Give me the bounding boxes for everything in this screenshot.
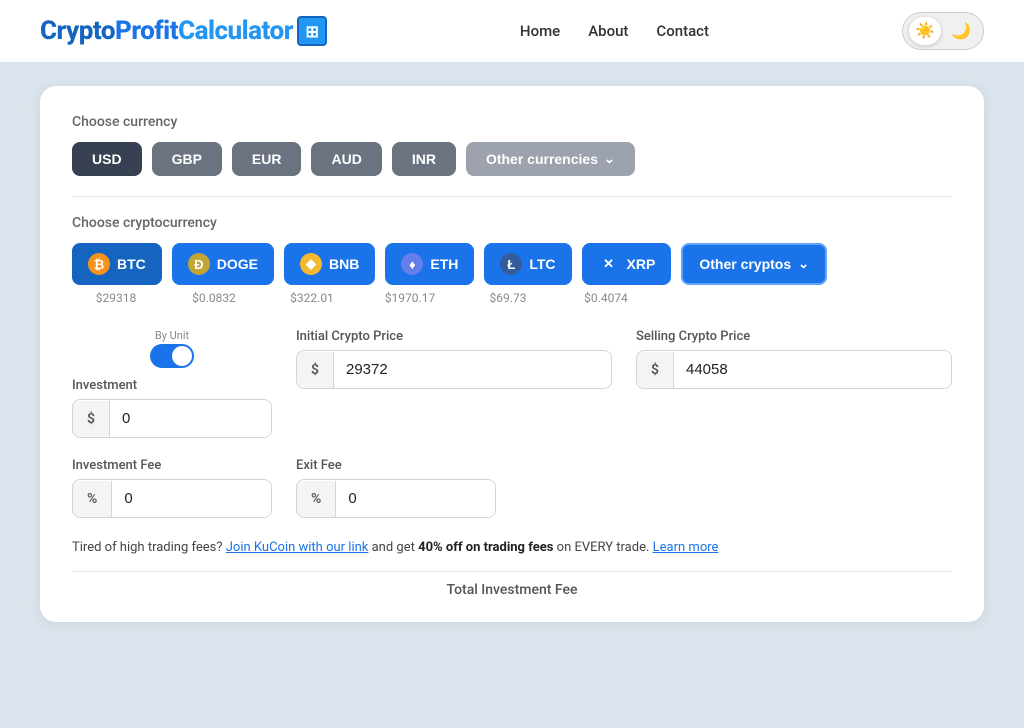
- currency-btn-gbp[interactable]: GBP: [152, 142, 222, 176]
- dark-mode-button[interactable]: 🌙: [945, 17, 977, 45]
- by-unit-label: By Unit: [155, 329, 189, 342]
- investment-fee-label: Investment Fee: [72, 458, 272, 473]
- exit-fee-input-wrapper: %: [296, 479, 496, 518]
- crypto-btn-xrp[interactable]: ✕ XRP: [582, 243, 672, 285]
- ltc-price: $69.73: [464, 291, 552, 305]
- crypto-btn-bnb[interactable]: ◆ BNB: [284, 243, 375, 285]
- nav-about[interactable]: About: [588, 22, 628, 40]
- promo-text: Tired of high trading fees? Join KuCoin …: [72, 538, 952, 559]
- currency-btn-inr[interactable]: INR: [392, 142, 456, 176]
- investment-fee-input-wrapper: %: [72, 479, 272, 518]
- initial-price-group: Initial Crypto Price $: [296, 329, 612, 389]
- inputs-row-1: By Unit Investment $ Initial Crypto Pric…: [72, 329, 952, 438]
- investment-input[interactable]: [110, 400, 271, 437]
- inputs-row-2: Investment Fee % Exit Fee %: [72, 458, 952, 518]
- xrp-label: XRP: [627, 256, 656, 272]
- chevron-down-icon: ⌄: [604, 151, 615, 167]
- exit-fee-input[interactable]: [336, 480, 495, 517]
- selling-price-input-wrapper: $: [636, 350, 952, 389]
- investment-label: Investment: [72, 378, 272, 393]
- by-unit-toggle[interactable]: [150, 344, 194, 368]
- doge-price: $0.0832: [170, 291, 258, 305]
- bnb-price: $322.01: [268, 291, 356, 305]
- eth-icon: ♦: [401, 253, 423, 275]
- selling-price-prefix: $: [637, 352, 674, 388]
- selling-price-input[interactable]: [674, 351, 951, 388]
- initial-price-input[interactable]: [334, 351, 611, 388]
- nav-links: Home About Contact: [520, 22, 709, 40]
- logo: CryptoProfitCalculator ⊞: [40, 16, 327, 46]
- other-currencies-label: Other currencies: [486, 151, 598, 167]
- currency-btn-aud[interactable]: AUD: [311, 142, 381, 176]
- currency-section-label: Choose currency: [72, 114, 952, 130]
- currency-btn-other[interactable]: Other currencies ⌄: [466, 142, 635, 176]
- learn-more-link[interactable]: Learn more: [653, 540, 719, 555]
- selling-price-group: Selling Crypto Price $: [636, 329, 952, 389]
- main-content: Choose currency USD GBP EUR AUD INR Othe…: [0, 62, 1024, 728]
- investment-fee-prefix: %: [73, 481, 112, 517]
- selling-price-label: Selling Crypto Price: [636, 329, 952, 344]
- bnb-icon: ◆: [300, 253, 322, 275]
- divider-1: [72, 196, 952, 197]
- crypto-section-label: Choose cryptocurrency: [72, 215, 952, 231]
- eth-price: $1970.17: [366, 291, 454, 305]
- other-cryptos-chevron-icon: ⌄: [798, 256, 809, 272]
- exit-fee-prefix: %: [297, 481, 336, 517]
- investment-fee-input[interactable]: [112, 480, 271, 517]
- logo-calculator: Calculator: [178, 16, 293, 46]
- initial-price-prefix: $: [297, 352, 334, 388]
- crypto-btn-btc[interactable]: ₿ BTC: [72, 243, 162, 285]
- btc-label: BTC: [117, 256, 146, 272]
- investment-fee-group: Investment Fee %: [72, 458, 272, 518]
- navbar: CryptoProfitCalculator ⊞ Home About Cont…: [0, 0, 1024, 62]
- initial-price-input-wrapper: $: [296, 350, 612, 389]
- logo-crypto: Crypto: [40, 16, 115, 46]
- promo-text-before: Tired of high trading fees?: [72, 540, 223, 555]
- btc-icon: ₿: [88, 253, 110, 275]
- doge-label: DOGE: [217, 256, 258, 272]
- crypto-btn-ltc[interactable]: Ł LTC: [484, 243, 571, 285]
- nav-contact[interactable]: Contact: [656, 22, 709, 40]
- nav-home[interactable]: Home: [520, 22, 560, 40]
- btc-price: $29318: [72, 291, 160, 305]
- crypto-btn-doge[interactable]: Ð DOGE: [172, 243, 274, 285]
- crypto-prices: $29318 $0.0832 $322.01 $1970.17 $69.73 $…: [72, 291, 952, 305]
- theme-toggle[interactable]: ☀️ 🌙: [902, 12, 984, 50]
- kucoin-link[interactable]: Join KuCoin with our link: [226, 540, 369, 555]
- doge-icon: Ð: [188, 253, 210, 275]
- crypto-buttons: ₿ BTC Ð DOGE ◆ BNB ♦ ETH Ł LTC ✕ XRP: [72, 243, 952, 285]
- currency-btn-eur[interactable]: EUR: [232, 142, 302, 176]
- xrp-price: $0.4074: [562, 291, 650, 305]
- total-investment-fee-label: Total Investment Fee: [72, 571, 952, 598]
- investment-prefix: $: [73, 401, 110, 437]
- light-mode-button[interactable]: ☀️: [909, 17, 941, 45]
- ltc-label: LTC: [529, 256, 555, 272]
- promo-bold: 40% off on trading fees: [418, 540, 553, 555]
- other-cryptos-label: Other cryptos: [699, 256, 791, 272]
- calculator-card: Choose currency USD GBP EUR AUD INR Othe…: [40, 86, 984, 622]
- calculator-icon: ⊞: [297, 16, 327, 46]
- logo-profit: Profit: [115, 16, 178, 46]
- initial-price-label: Initial Crypto Price: [296, 329, 612, 344]
- crypto-btn-other[interactable]: Other cryptos ⌄: [681, 243, 827, 285]
- xrp-icon: ✕: [598, 253, 620, 275]
- bnb-label: BNB: [329, 256, 359, 272]
- investment-input-wrapper: $: [72, 399, 272, 438]
- eth-label: ETH: [430, 256, 458, 272]
- promo-text-after: on EVERY trade.: [557, 540, 653, 555]
- crypto-btn-eth[interactable]: ♦ ETH: [385, 243, 474, 285]
- ltc-icon: Ł: [500, 253, 522, 275]
- investment-group: By Unit Investment $: [72, 329, 272, 438]
- exit-fee-group: Exit Fee %: [296, 458, 496, 518]
- exit-fee-label: Exit Fee: [296, 458, 496, 473]
- promo-text-mid: and get: [372, 540, 419, 555]
- currency-buttons: USD GBP EUR AUD INR Other currencies ⌄: [72, 142, 952, 176]
- currency-btn-usd[interactable]: USD: [72, 142, 142, 176]
